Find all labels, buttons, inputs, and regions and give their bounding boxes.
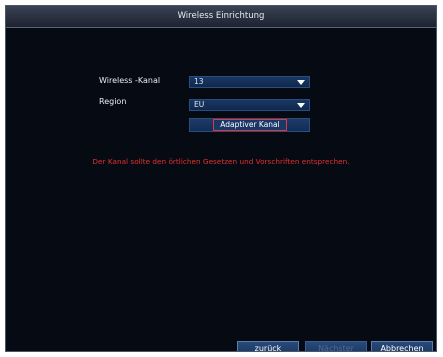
back-button[interactable]: zurück	[237, 341, 299, 351]
dropdown-arrow-icon[interactable]	[297, 103, 305, 108]
wireless-setup-dialog: Wireless Einrichtung Wireless -Kanal 13 …	[5, 5, 437, 352]
region-label: Region	[99, 97, 127, 106]
wireless-channel-value: 13	[194, 77, 204, 86]
dialog-title: Wireless Einrichtung	[6, 6, 436, 28]
adaptive-channel-button[interactable]: Adaptiver Kanal	[213, 119, 287, 131]
region-select[interactable]: EU	[189, 99, 310, 111]
next-button[interactable]: Nächster	[305, 341, 367, 351]
cancel-button[interactable]: Abbrechen	[371, 341, 433, 351]
dropdown-arrow-icon[interactable]	[297, 80, 305, 85]
wireless-channel-select[interactable]: 13	[189, 76, 310, 88]
wireless-channel-label: Wireless -Kanal	[99, 76, 161, 85]
region-value: EU	[194, 100, 205, 109]
regulation-warning-text: Der Kanal sollte den örtlichen Gesetzen …	[92, 157, 350, 166]
adaptive-channel-bar: Adaptiver Kanal	[189, 118, 310, 132]
